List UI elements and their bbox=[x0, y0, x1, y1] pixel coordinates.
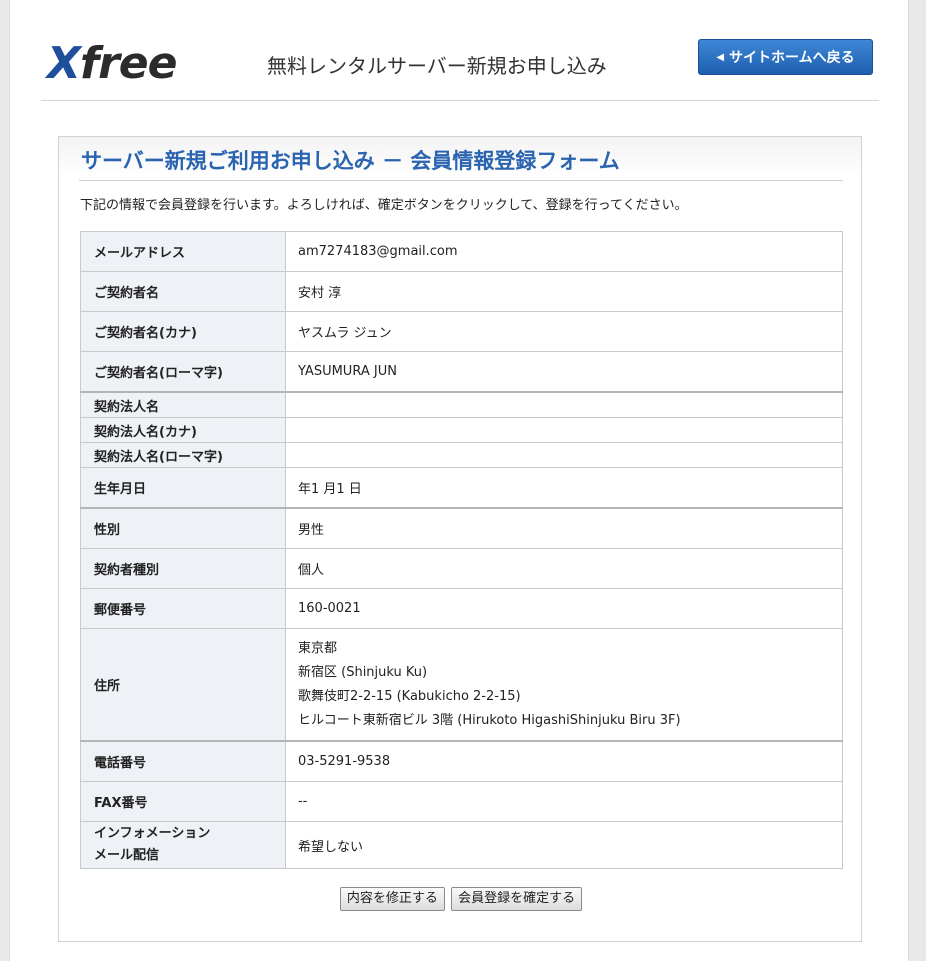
site-home-button[interactable]: ◀ サイトホームへ戻る bbox=[698, 39, 873, 75]
row-label: 生年月日 bbox=[80, 467, 286, 509]
edit-button[interactable]: 内容を修正する bbox=[339, 887, 445, 911]
row-label: 住所 bbox=[80, 628, 286, 742]
fax-value: -- bbox=[285, 781, 843, 822]
chevron-left-icon: ◀ bbox=[716, 51, 725, 63]
table-row: 郵便番号 160-0021 bbox=[80, 588, 843, 629]
table-row: FAX番号 -- bbox=[80, 781, 843, 822]
address-line: ヒルコート東新宿ビル 3階 (Hirukoto HigashiShinjuku … bbox=[298, 712, 681, 728]
table-row: 性別 男性 bbox=[80, 507, 843, 549]
row-label: 契約者種別 bbox=[80, 548, 286, 589]
table-row: ご契約者名 安村 淳 bbox=[80, 271, 843, 312]
row-label: 契約法人名(カナ) bbox=[80, 417, 286, 443]
row-label: 郵便番号 bbox=[80, 588, 286, 629]
xfree-logo[interactable]: Xfree bbox=[47, 36, 178, 92]
row-label: 性別 bbox=[80, 507, 286, 549]
table-row: 契約者種別 個人 bbox=[80, 548, 843, 589]
table-row: 住所 東京都 新宿区 (Shinjuku Ku) 歌舞伎町2-2-15 (Kab… bbox=[80, 628, 843, 742]
title-divider bbox=[79, 180, 843, 181]
address-line: 新宿区 (Shinjuku Ku) bbox=[298, 664, 428, 680]
form-title: サーバー新規ご利用お申し込み － 会員情報登録フォーム bbox=[81, 149, 620, 173]
site-home-button-label: サイトホームへ戻る bbox=[729, 50, 855, 66]
contractor-name-value: 安村 淳 bbox=[285, 271, 843, 312]
row-label-line: インフォメーション bbox=[94, 826, 211, 841]
row-label: メールアドレス bbox=[80, 231, 286, 272]
confirm-registration-button[interactable]: 会員登録を確定する bbox=[451, 887, 583, 911]
address-value: 東京都 新宿区 (Shinjuku Ku) 歌舞伎町2-2-15 (Kabuki… bbox=[285, 628, 843, 742]
table-row: ご契約者名(ローマ字) YASUMURA JUN bbox=[80, 351, 843, 393]
row-label: ご契約者名(ローマ字) bbox=[80, 351, 286, 393]
row-label: インフォメーション メール配信 bbox=[80, 821, 286, 869]
row-label: ご契約者名 bbox=[80, 271, 286, 312]
member-info-table: メールアドレス am7274183@gmail.com ご契約者名 安村 淳 ご… bbox=[80, 231, 843, 869]
info-mail-value: 希望しない bbox=[285, 821, 843, 869]
row-label-line: メール配信 bbox=[94, 848, 160, 863]
phone-value: 03-5291-9538 bbox=[285, 740, 843, 782]
address-line: 歌舞伎町2-2-15 (Kabukicho 2-2-15) bbox=[298, 688, 521, 704]
gender-value: 男性 bbox=[285, 507, 843, 549]
contractor-kana-value: ヤスムラ ジュン bbox=[285, 311, 843, 352]
birthdate-value: 年1 月1 日 bbox=[285, 467, 843, 509]
table-row: 生年月日 年1 月1 日 bbox=[80, 467, 843, 509]
corporate-romaji-value bbox=[285, 442, 843, 468]
row-label: ご契約者名(カナ) bbox=[80, 311, 286, 352]
logo-text: free bbox=[79, 38, 178, 89]
row-label: 契約法人名 bbox=[80, 391, 286, 418]
row-label: 電話番号 bbox=[80, 740, 286, 782]
page: Xfree 無料レンタルサーバー新規お申し込み ◀ サイトホームへ戻る サーバー… bbox=[9, 0, 909, 961]
address-line: 東京都 bbox=[298, 640, 338, 656]
header-title: 無料レンタルサーバー新規お申し込み bbox=[267, 54, 607, 78]
form-buttons: 内容を修正する 会員登録を確定する bbox=[59, 887, 863, 911]
table-row: 契約法人名(ローマ字) bbox=[80, 442, 843, 468]
table-row: 契約法人名(カナ) bbox=[80, 417, 843, 443]
contractor-romaji-value: YASUMURA JUN bbox=[285, 351, 843, 393]
contractor-type-value: 個人 bbox=[285, 548, 843, 589]
corporate-name-value bbox=[285, 391, 843, 418]
logo-x: X bbox=[47, 38, 81, 89]
row-label: 契約法人名(ローマ字) bbox=[80, 442, 286, 468]
corporate-kana-value bbox=[285, 417, 843, 443]
table-row: 契約法人名 bbox=[80, 391, 843, 418]
header-divider bbox=[41, 100, 879, 101]
table-row: ご契約者名(カナ) ヤスムラ ジュン bbox=[80, 311, 843, 352]
row-label: FAX番号 bbox=[80, 781, 286, 822]
table-row: メールアドレス am7274183@gmail.com bbox=[80, 231, 843, 272]
table-row: インフォメーション メール配信 希望しない bbox=[80, 821, 843, 869]
registration-panel: サーバー新規ご利用お申し込み － 会員情報登録フォーム 下記の情報で会員登録を行… bbox=[58, 136, 862, 942]
email-value: am7274183@gmail.com bbox=[285, 231, 843, 272]
table-row: 電話番号 03-5291-9538 bbox=[80, 740, 843, 782]
postal-code-value: 160-0021 bbox=[285, 588, 843, 629]
form-intro: 下記の情報で会員登録を行います。よろしければ、確定ボタンをクリックして、登録を行… bbox=[80, 198, 688, 213]
